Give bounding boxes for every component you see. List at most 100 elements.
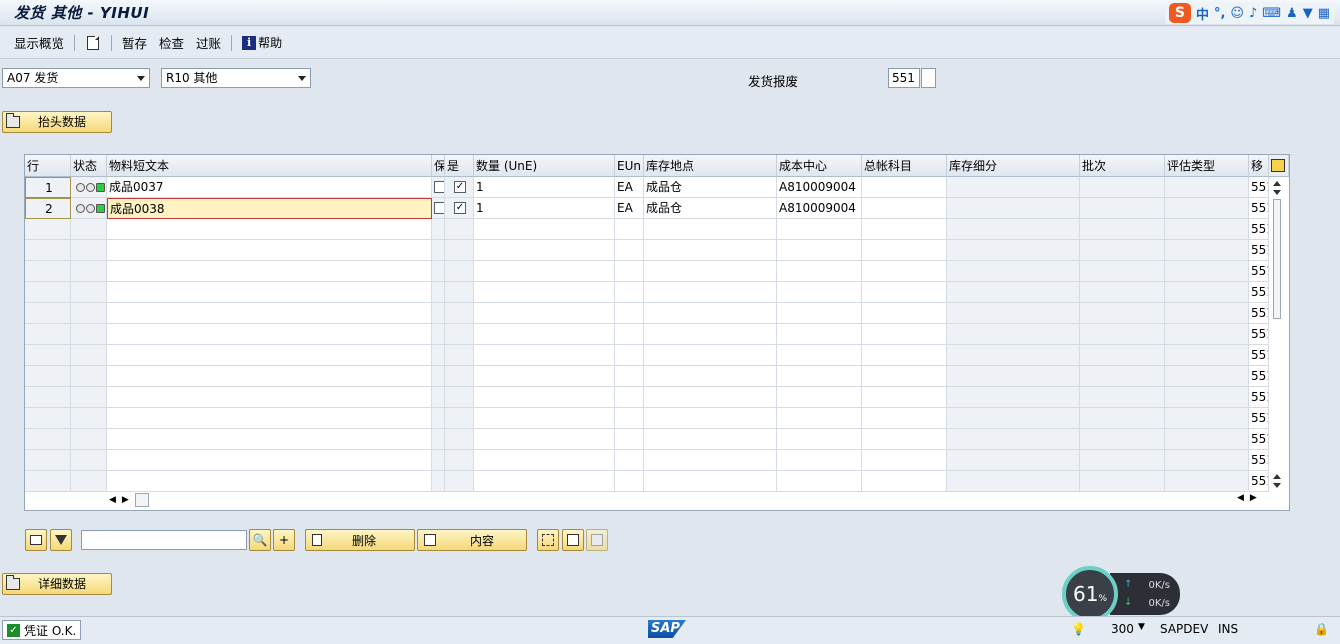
table-cell[interactable] (1080, 177, 1165, 198)
insert-mode[interactable]: INS (1218, 622, 1238, 636)
material-text-field[interactable]: 成品0038 (107, 198, 432, 219)
col-header-valuation-type[interactable]: 评估类型 (1165, 155, 1249, 177)
scroll-down-icon[interactable] (1273, 190, 1281, 195)
check-button[interactable]: 检查 (153, 33, 190, 52)
content-button[interactable]: 内容 (417, 529, 527, 551)
row-selector[interactable]: 1 (25, 177, 71, 198)
col-header-batch[interactable]: 批次 (1080, 155, 1165, 177)
row-selector[interactable]: 2 (25, 198, 71, 219)
item-ok-checkbox[interactable]: ✓ (454, 181, 466, 193)
sogou-icon[interactable]: S (1168, 3, 1191, 23)
scroll-left-icon[interactable]: ◀ (1237, 493, 1244, 503)
table-cell[interactable] (1165, 177, 1249, 198)
unit-field[interactable]: EA (615, 177, 644, 198)
table-cell[interactable] (1165, 198, 1249, 219)
quantity-field[interactable]: 1 (474, 177, 615, 198)
movement-type-cell[interactable]: 551 (1249, 177, 1269, 198)
reference-select[interactable]: R10 其他 (161, 68, 311, 88)
shirt-icon[interactable]: ▼ (1303, 6, 1313, 21)
filter-button[interactable] (50, 529, 72, 551)
col-header-quantity[interactable]: 数量 (UnE) (474, 155, 615, 177)
scroll-up-icon[interactable] (1273, 181, 1281, 186)
col-header-storage-location[interactable]: 库存地点 (644, 155, 777, 177)
header-data-button[interactable]: 抬头数据 (2, 111, 112, 133)
table-cell[interactable] (862, 198, 947, 219)
movement-type-special[interactable] (921, 68, 936, 88)
scroll-right-icon[interactable]: ▶ (1250, 493, 1257, 503)
overview-button[interactable]: 显示概览 (8, 33, 70, 52)
new-document-icon[interactable] (87, 35, 100, 50)
post-button[interactable]: 过账 (190, 33, 227, 52)
storage-location-field[interactable]: 成品仓 (644, 177, 777, 198)
keyboard-icon[interactable]: ⌨ (1262, 6, 1281, 21)
status-cell[interactable] (71, 198, 107, 219)
delete-button[interactable]: 删除 (305, 529, 415, 551)
find-next-button[interactable]: + (273, 529, 295, 551)
cost-center-field[interactable]: A810009004 (777, 198, 862, 219)
keep-checkbox-cell[interactable] (432, 198, 445, 219)
expand-button[interactable] (537, 529, 559, 551)
hold-button[interactable]: 暂存 (116, 33, 153, 52)
detail-data-button[interactable]: 详细数据 (2, 573, 112, 595)
item-ok-checkbox-cell[interactable]: ✓ (445, 198, 474, 219)
col-header-ok[interactable]: 是 (445, 155, 474, 177)
table-settings-icon[interactable] (1269, 155, 1289, 177)
lock-icon[interactable]: 🔒 (1314, 622, 1329, 636)
emoji-icon[interactable]: ☺ (1230, 6, 1244, 21)
scrollbar-thumb[interactable] (134, 493, 149, 507)
keep-checkbox[interactable] (434, 181, 444, 193)
table-cell[interactable] (1080, 198, 1165, 219)
col-header-movement[interactable]: 移 (1249, 155, 1269, 177)
ime-punctuation[interactable]: °, (1214, 6, 1225, 21)
status-message[interactable]: ✓ 凭证 O.K. (2, 620, 82, 640)
col-header-status[interactable]: 状态 (71, 155, 107, 177)
status-cell[interactable] (71, 177, 107, 198)
help-button[interactable]: i 帮助 (236, 34, 282, 51)
material-text-field[interactable]: 成品0037 (107, 177, 432, 198)
vertical-scrollbar[interactable] (1271, 177, 1283, 492)
scroll-left-icon[interactable]: ◀ (109, 495, 116, 505)
horizontal-scrollbar[interactable]: ◀ ▶ (109, 491, 149, 509)
movement-type-field[interactable]: 551 (888, 68, 920, 88)
movement-type-cell: 551 (1249, 387, 1269, 408)
table-cell[interactable] (947, 198, 1080, 219)
table-cell[interactable] (862, 177, 947, 198)
table-cell[interactable] (947, 177, 1080, 198)
scroll-down-icon[interactable] (1273, 483, 1281, 488)
scroll-right-icon[interactable]: ▶ (122, 495, 129, 505)
print-button[interactable] (25, 529, 47, 551)
storage-location-field[interactable]: 成品仓 (644, 198, 777, 219)
chevron-down-icon[interactable]: ▼ (1138, 622, 1145, 632)
network-monitor-widget[interactable]: ↑ 0K/s ↓ 0K/s 61% (1062, 566, 1180, 622)
scroll-up-icon[interactable] (1273, 474, 1281, 479)
lightbulb-icon[interactable]: 💡 (1071, 622, 1086, 636)
keep-checkbox[interactable] (434, 202, 444, 214)
col-header-keep[interactable]: 保 (432, 155, 445, 177)
hierarchy-button[interactable] (562, 529, 584, 551)
client-number[interactable]: 300 (1111, 622, 1134, 636)
item-ok-checkbox[interactable]: ✓ (454, 202, 466, 214)
ime-language[interactable]: 中 (1196, 4, 1209, 23)
cost-center-field[interactable]: A810009004 (777, 177, 862, 198)
quantity-field[interactable]: 1 (474, 198, 615, 219)
col-header-material-text[interactable]: 物料短文本 (107, 155, 432, 177)
col-header-line[interactable]: 行 (25, 155, 71, 177)
horizontal-scrollbar-right[interactable]: ◀ ▶ (1237, 493, 1257, 503)
col-header-cost-center[interactable]: 成本中心 (777, 155, 862, 177)
search-field[interactable] (81, 530, 247, 550)
unit-field[interactable]: EA (615, 198, 644, 219)
action-select[interactable]: A07 发货 (2, 68, 150, 88)
find-button[interactable]: 🔍 (249, 529, 271, 551)
user-icon[interactable]: ♟ (1286, 6, 1298, 21)
ime-toolbar[interactable]: S 中 °, ☺ ♪ ⌨ ♟ ▼ ▦ (1164, 2, 1334, 24)
scrollbar-thumb[interactable] (1273, 199, 1281, 319)
notes-button[interactable] (586, 529, 608, 551)
col-header-stock-segment[interactable]: 库存细分 (947, 155, 1080, 177)
item-ok-checkbox-cell[interactable]: ✓ (445, 177, 474, 198)
keep-checkbox-cell[interactable] (432, 177, 445, 198)
grid-menu-icon[interactable]: ▦ (1318, 6, 1330, 21)
col-header-unit[interactable]: EUn (615, 155, 644, 177)
microphone-icon[interactable]: ♪ (1249, 6, 1257, 21)
col-header-gl-account[interactable]: 总帐科目 (862, 155, 947, 177)
movement-type-cell[interactable]: 551 (1249, 198, 1269, 219)
